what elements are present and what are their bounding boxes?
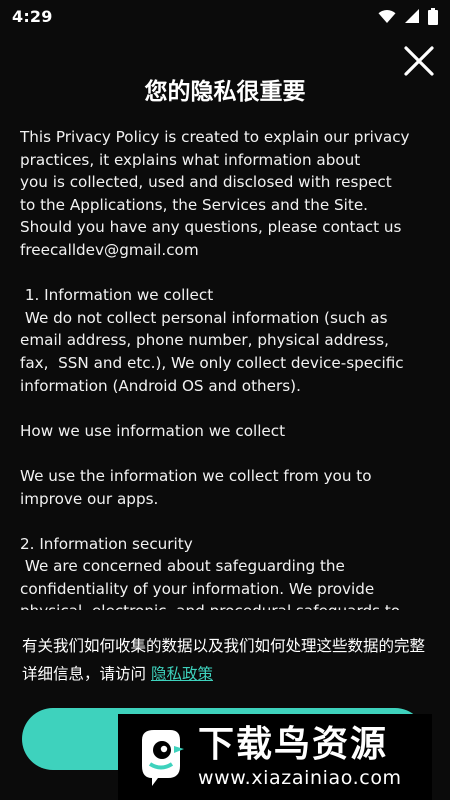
watermark-text: 下载鸟资源 www.xiazainiao.com (198, 724, 402, 790)
bird-logo-icon (142, 730, 184, 786)
signal-icon (405, 9, 419, 23)
dialog-title: 您的隐私很重要 (144, 79, 306, 105)
status-icons (378, 7, 438, 25)
policy-scroll-area[interactable]: This Privacy Policy is created to explai… (20, 126, 424, 610)
notice-text: 有关我们如何收集的数据以及我们如何处理这些数据的完整详细信息，请访问 (22, 637, 426, 683)
privacy-policy-link[interactable]: 隐私政策 (151, 665, 213, 683)
policy-text: This Privacy Policy is created to explai… (20, 128, 410, 610)
watermark: 下载鸟资源 www.xiazainiao.com (118, 714, 432, 800)
watermark-name: 下载鸟资源 (198, 724, 389, 765)
battery-icon (428, 7, 438, 25)
status-bar: 4:29 (0, 0, 450, 32)
privacy-notice: 有关我们如何收集的数据以及我们如何处理这些数据的完整详细信息，请访问 隐私政策 (22, 632, 432, 688)
status-time: 4:29 (12, 6, 53, 26)
wifi-icon (378, 9, 396, 23)
watermark-url: www.xiazainiao.com (198, 767, 402, 789)
